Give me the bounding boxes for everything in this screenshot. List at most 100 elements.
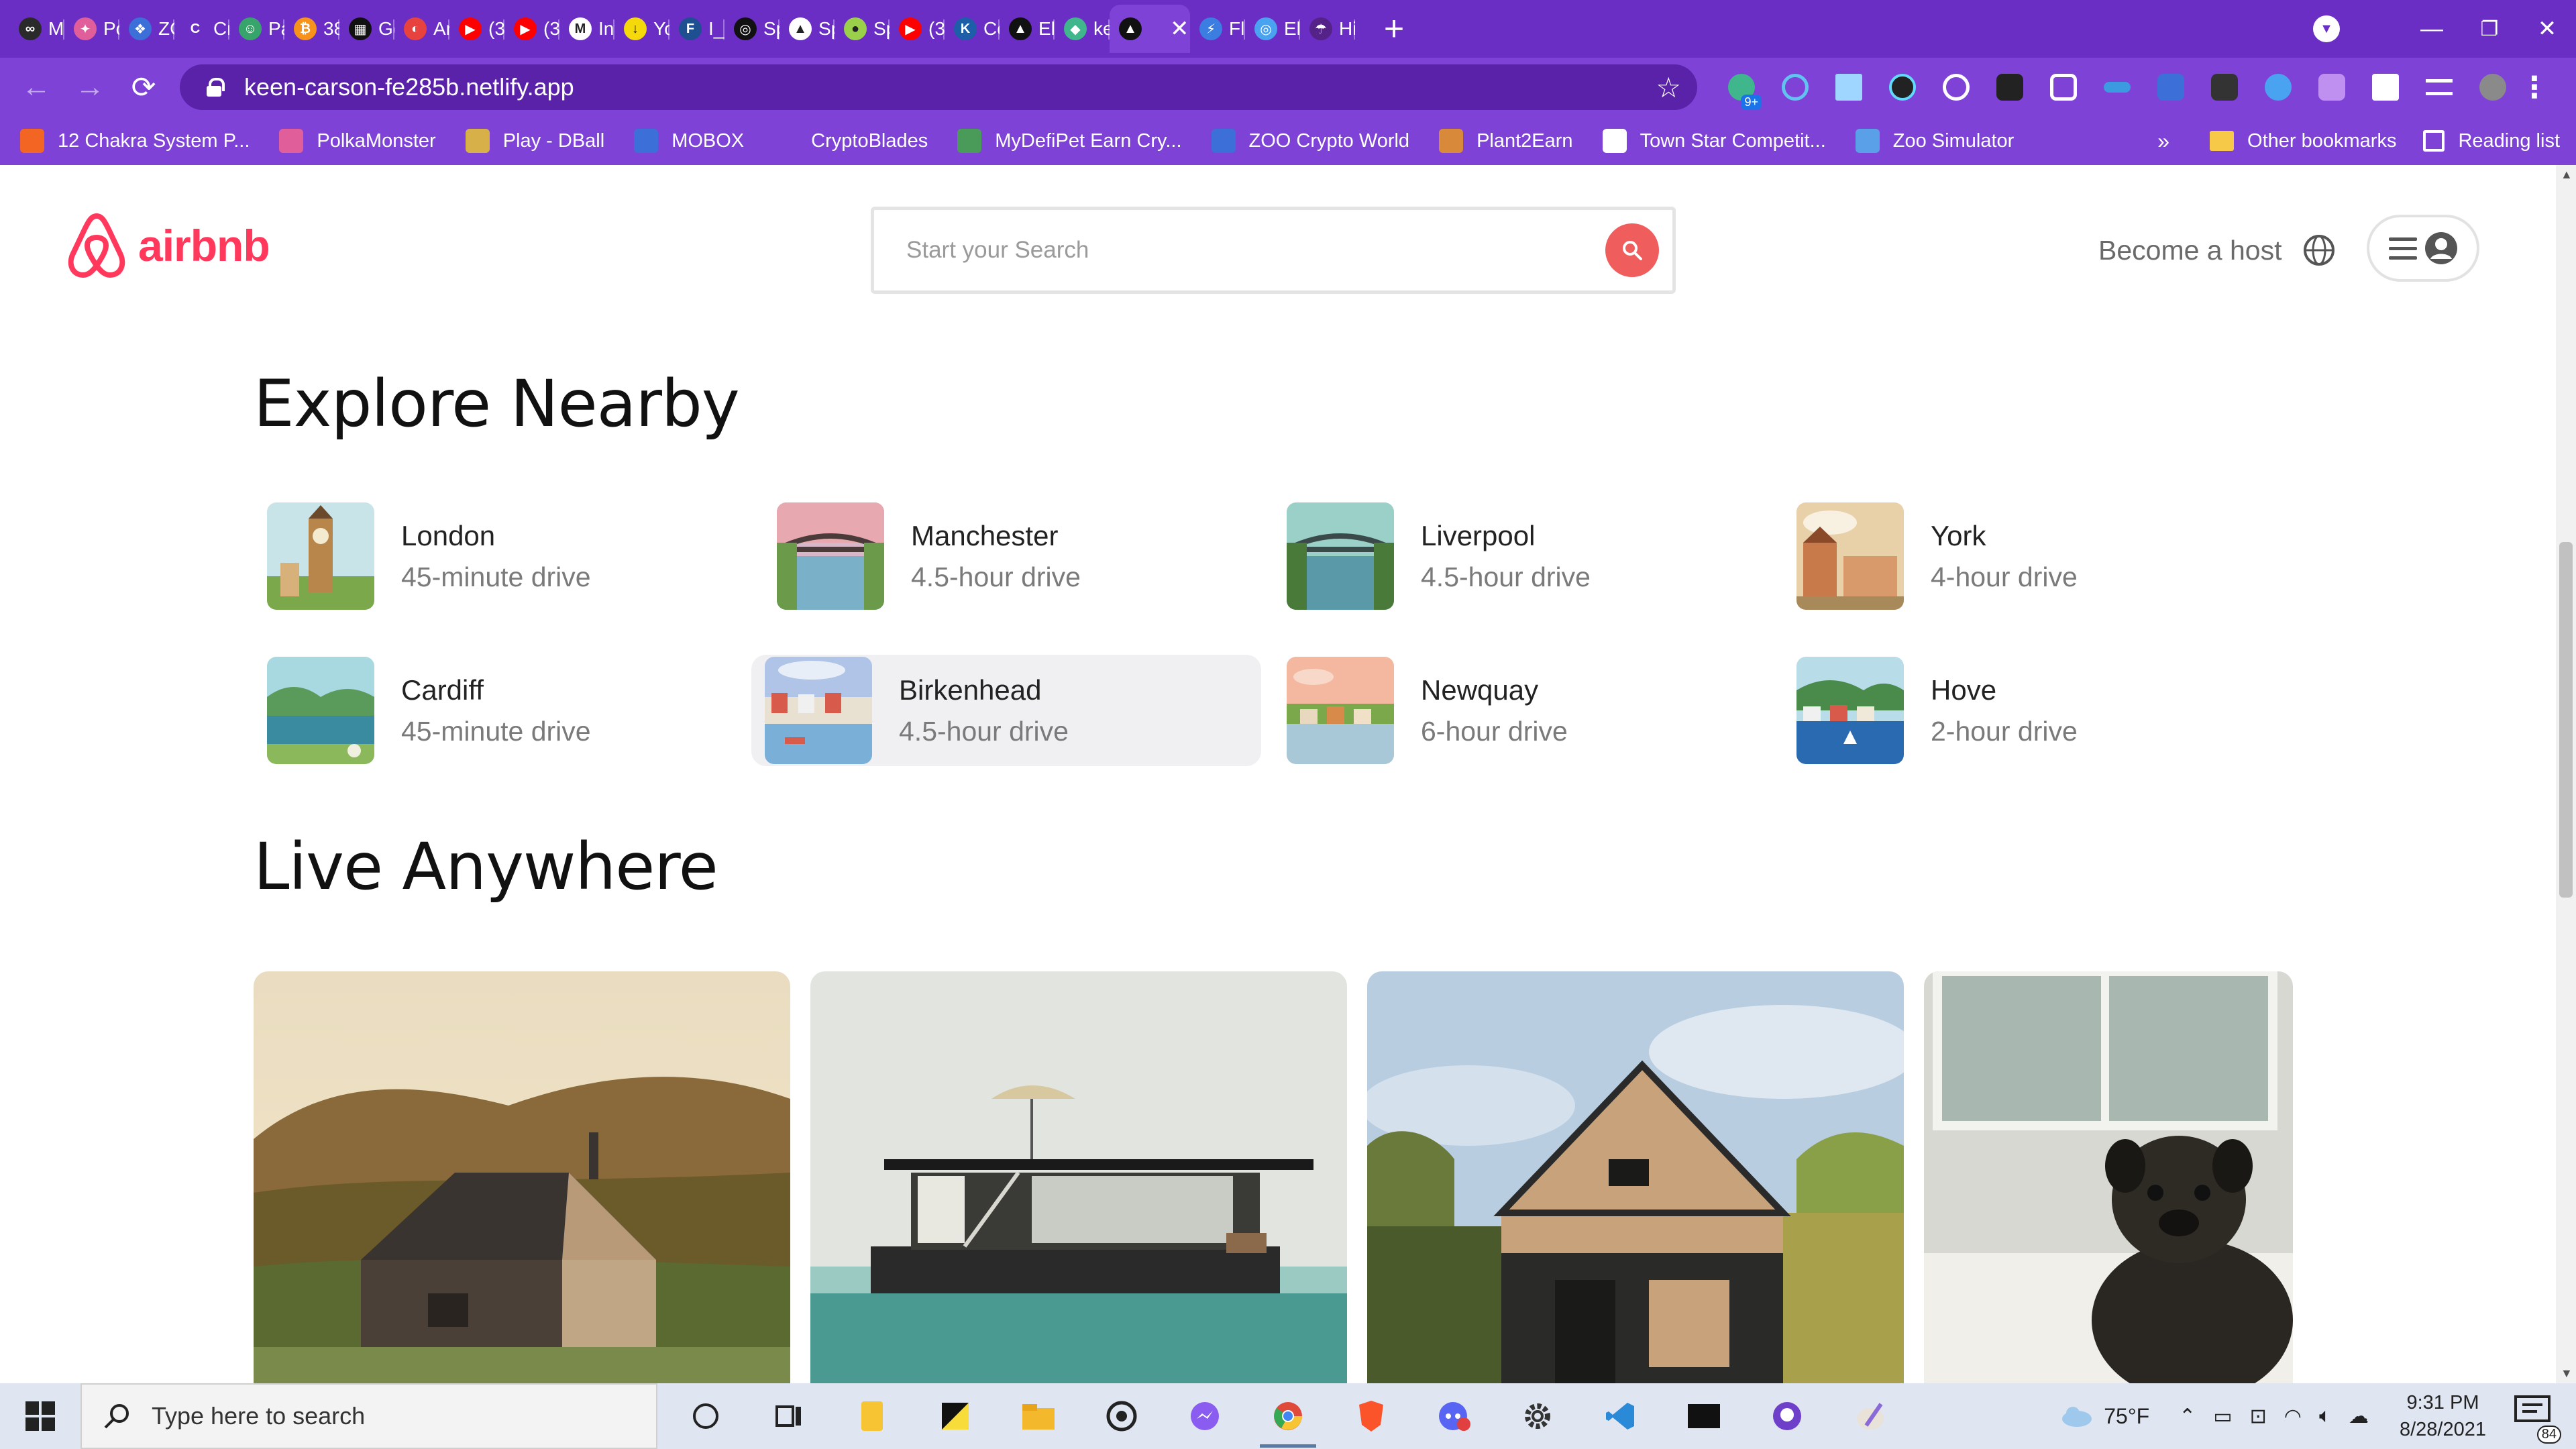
reading-list-toolbar-icon[interactable]	[2412, 79, 2466, 95]
bookmark-item[interactable]: PolkaMonster	[279, 129, 436, 153]
bookmark-item[interactable]: 12 Chakra System P...	[20, 129, 250, 153]
battery-icon[interactable]: ▭	[2213, 1405, 2232, 1428]
address-bar[interactable]: keen-carson-fe285b.netlify.app ☆	[180, 64, 1697, 110]
browser-tab[interactable]: ● Sp	[835, 5, 890, 53]
browser-tab[interactable]: ▦ Gc	[339, 5, 394, 53]
more-bookmarks-chevron[interactable]: »	[2157, 129, 2169, 154]
extension-screen-icon[interactable]	[2037, 74, 2090, 101]
bookmark-item[interactable]: MOBOX	[634, 129, 744, 153]
browser-tab[interactable]: ☺ Pa	[229, 5, 284, 53]
extension-target-icon[interactable]	[1929, 74, 1983, 101]
extension-green-icon[interactable]: 9+	[1715, 74, 1768, 110]
other-bookmarks-folder[interactable]: Other bookmarks	[2210, 130, 2396, 152]
bookmark-item[interactable]: Zoo Simulator	[1855, 129, 2014, 153]
live-card-cabin[interactable]	[1367, 971, 1904, 1383]
chrome-icon[interactable]	[1246, 1383, 1330, 1449]
sticky-notes-icon[interactable]	[914, 1383, 997, 1449]
browser-tab[interactable]: ▶ (3	[504, 5, 559, 53]
chatgpt-style-icon[interactable]	[1080, 1383, 1163, 1449]
extension-feather-icon[interactable]	[2305, 74, 2359, 101]
browser-menu-icon[interactable]: ⋮	[2520, 70, 2549, 105]
nearby-card-london[interactable]: London 45-minute drive	[254, 500, 763, 612]
github-icon[interactable]	[1746, 1383, 1829, 1449]
browser-tab[interactable]: F I_D	[669, 5, 724, 53]
taskbar-clock[interactable]: 9:31 PM 8/28/2021	[2400, 1389, 2486, 1443]
extension-react-icon[interactable]	[1876, 74, 1929, 101]
extension-glasses-icon[interactable]	[2198, 74, 2251, 101]
vscode-icon[interactable]	[1579, 1383, 1662, 1449]
browser-tab[interactable]: ↓ Yo	[614, 5, 669, 53]
browser-tab[interactable]: ⚡ Fle	[1190, 5, 1245, 53]
scrollbar-thumb[interactable]	[2559, 542, 2573, 898]
new-tab-button[interactable]: +	[1374, 9, 1414, 49]
extension-cloud-icon[interactable]	[2251, 74, 2305, 101]
usb-icon[interactable]: ⊡	[2250, 1405, 2267, 1428]
reload-button[interactable]: ⟳	[117, 70, 170, 105]
extension-binance-icon[interactable]	[1983, 74, 2037, 101]
notification-center-button[interactable]: 84	[2513, 1393, 2561, 1444]
brave-icon[interactable]	[1330, 1383, 1413, 1449]
restore-button[interactable]: ❐	[2461, 17, 2518, 41]
extensions-puzzle-icon[interactable]	[2359, 74, 2412, 101]
nearby-card-hove[interactable]: Hove 2-hour drive	[1783, 655, 2293, 766]
scroll-up-arrow[interactable]: ▲	[2561, 168, 2573, 182]
weather-cloud-icon[interactable]	[2059, 1404, 2094, 1428]
cortana-icon[interactable]	[664, 1383, 747, 1449]
close-window-button[interactable]: ✕	[2518, 15, 2576, 42]
nearby-card-liverpool[interactable]: Liverpool 4.5-hour drive	[1273, 500, 1783, 612]
nearby-card-york[interactable]: York 4-hour drive	[1783, 500, 2293, 612]
onedrive-cloud-icon[interactable]: ☁︎	[2349, 1405, 2369, 1428]
browser-tab[interactable]: ☂ Hi	[1300, 5, 1355, 53]
forward-button[interactable]: →	[63, 70, 117, 104]
reading-list-button[interactable]: Reading list	[2423, 130, 2560, 152]
paint-icon[interactable]	[1829, 1383, 1912, 1449]
browser-tab[interactable]: ₿ 38	[284, 5, 339, 53]
bookmark-item[interactable]: Plant2Earn	[1439, 129, 1573, 153]
extension-grammar-icon[interactable]	[1768, 74, 1822, 101]
page-scrollbar[interactable]: ▲ ▼	[2556, 165, 2576, 1383]
live-card-pug[interactable]	[1924, 971, 2293, 1383]
extension-wave-icon[interactable]	[2090, 82, 2144, 93]
airbnb-logo[interactable]: airbnb	[64, 211, 270, 280]
nearby-card-newquay[interactable]: Newquay 6-hour drive	[1273, 655, 1783, 766]
bookmark-item[interactable]: CryptoBlades	[773, 129, 928, 153]
app-yellow-note-icon[interactable]	[830, 1383, 914, 1449]
browser-tab[interactable]: ◐ Ar	[394, 5, 449, 53]
browser-tab[interactable]: K Co	[945, 5, 1000, 53]
settings-gear-icon[interactable]	[1496, 1383, 1579, 1449]
minimize-button[interactable]: —	[2403, 16, 2461, 42]
bookmark-item[interactable]: Play - DBall	[465, 129, 604, 153]
terminal-icon[interactable]	[1662, 1383, 1746, 1449]
bookmark-item[interactable]: MyDefiPet Earn Cry...	[957, 129, 1182, 153]
live-card-house[interactable]	[254, 971, 790, 1383]
start-button[interactable]	[0, 1401, 80, 1431]
browser-tab[interactable]: ∞ Mi	[9, 5, 64, 53]
volume-icon[interactable]: 🔈︎	[2319, 1405, 2331, 1428]
active-tab[interactable]: ▲ ✕	[1110, 5, 1190, 53]
browser-tab[interactable]: M Int	[559, 5, 614, 53]
tab-close-icon[interactable]: ✕	[1170, 15, 1189, 42]
browser-tab[interactable]: ▶ (3	[449, 5, 504, 53]
extension-shield-icon[interactable]	[2144, 74, 2198, 101]
wifi-icon[interactable]: ◠	[2284, 1405, 2302, 1428]
browser-tab[interactable]: ◎ Eli	[1245, 5, 1300, 53]
bookmark-item[interactable]: Town Star Competit...	[1602, 129, 1826, 153]
browser-tab[interactable]: ◆ ke	[1055, 5, 1110, 53]
weather-temperature[interactable]: 75°F	[2104, 1404, 2149, 1429]
search-input[interactable]	[906, 237, 1510, 264]
browser-tab[interactable]: ✦ Po	[64, 5, 119, 53]
extension-cursor-icon[interactable]	[1822, 74, 1876, 101]
back-button[interactable]: ←	[9, 70, 63, 104]
show-hidden-icons-chevron[interactable]: ⌃	[2179, 1405, 2196, 1428]
browser-tab[interactable]: C Cr	[174, 5, 229, 53]
browser-tab[interactable]: ◎ Sp	[724, 5, 780, 53]
messenger-icon[interactable]	[1163, 1383, 1246, 1449]
tab-search-button[interactable]: ▼	[2313, 0, 2340, 58]
become-host-link[interactable]: Become a host	[2098, 235, 2282, 266]
browser-tab[interactable]: ❖ ZC	[119, 5, 174, 53]
browser-tab[interactable]: ▲ Sp	[780, 5, 835, 53]
globe-icon[interactable]	[2302, 233, 2336, 270]
discord-icon[interactable]	[1413, 1383, 1496, 1449]
profile-avatar[interactable]	[2466, 74, 2520, 101]
file-explorer-icon[interactable]	[997, 1383, 1080, 1449]
